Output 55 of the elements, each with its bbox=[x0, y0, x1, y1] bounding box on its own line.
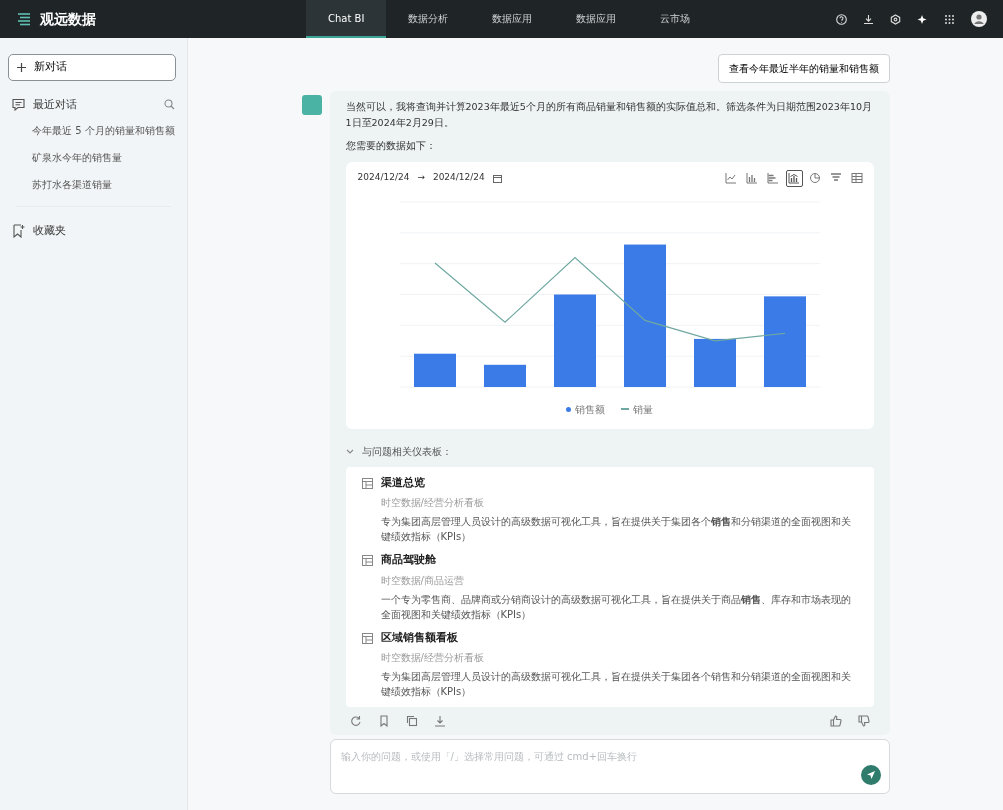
date-range-field[interactable]: 2024/12/24 → 2024/12/24 bbox=[353, 171, 506, 185]
legend-label[interactable]: 销量 bbox=[633, 401, 653, 417]
refresh-icon[interactable] bbox=[349, 715, 362, 728]
chevron-icon[interactable] bbox=[345, 448, 354, 455]
bookmark-icon[interactable] bbox=[377, 715, 390, 728]
copy-icon[interactable] bbox=[405, 715, 418, 728]
sparkle-icon[interactable] bbox=[917, 13, 928, 25]
calendar-icon bbox=[492, 173, 502, 183]
cube-icon[interactable] bbox=[890, 13, 901, 25]
dashboard-title[interactable]: 商品驾驶舱 bbox=[380, 552, 436, 569]
new-chat-button[interactable]: 新对话 bbox=[8, 54, 176, 81]
bar bbox=[413, 353, 456, 387]
section-title: 最近对话 bbox=[33, 97, 77, 112]
plus-icon bbox=[17, 63, 26, 72]
send-icon bbox=[865, 770, 876, 780]
dashboard-icon bbox=[361, 477, 373, 489]
assistant-avatar bbox=[301, 95, 322, 115]
thumbs-up-icon[interactable] bbox=[829, 715, 842, 728]
history-item[interactable]: 今年最近 5 个月的销量和销售额 bbox=[8, 116, 179, 144]
apps-icon[interactable] bbox=[944, 13, 955, 25]
thumbs-down-icon[interactable] bbox=[857, 715, 870, 728]
nav-tab[interactable]: 数据应用 bbox=[554, 0, 639, 38]
favorites-link[interactable]: 收藏夹 bbox=[33, 222, 66, 239]
help-icon[interactable] bbox=[836, 13, 847, 25]
dashboard-path: 时空数据/经营分析看板 bbox=[379, 651, 485, 666]
reply-text: 您需要的数据如下： bbox=[345, 139, 437, 154]
dashboard-icon bbox=[361, 555, 373, 567]
dashboard-title[interactable]: 区域销售额看板 bbox=[380, 629, 458, 647]
dashboard-description: 专为集团高层管理人员设计的高级数据可视化工具，旨在提供关于集团各个销售和分销渠道的全面视图和关键绩效指标（KPIs） bbox=[379, 515, 852, 545]
search-icon[interactable] bbox=[164, 99, 175, 111]
dashboard-description: 专为集团高层管理人员设计的高级数据可视化工具，旨在提供关于集团各个销售和分销渠道的全面视图和关键绩效指标（KPIs） bbox=[379, 670, 852, 700]
nav-tab[interactable]: 数据应用 bbox=[470, 0, 555, 38]
dashboard-title[interactable]: 渠道总览 bbox=[380, 474, 425, 492]
chat-icon bbox=[12, 98, 25, 112]
history-item[interactable]: 矿泉水今年的销售量 bbox=[8, 143, 179, 171]
send-button[interactable] bbox=[860, 765, 881, 785]
section-title: 与问题相关仪表板： bbox=[361, 444, 452, 459]
nav-tab[interactable]: Chat BI bbox=[306, 0, 387, 38]
bar bbox=[693, 338, 736, 387]
avatar-icon[interactable] bbox=[971, 11, 987, 27]
dashboard-path: 时空数据/经营分析看板 bbox=[379, 496, 485, 511]
dashboard-path: 时空数据/商品运营 bbox=[379, 573, 465, 588]
dashboard-description: 一个专为零售商、品牌商或分销商设计的高级数据可视化工具，旨在提供关于商品销售、库存和市场表现的全面视图和关键绩效指标（KPIs） bbox=[379, 592, 852, 622]
brand-name: 观远数据 bbox=[40, 9, 96, 29]
user-message[interactable]: 查看今年最近半年的销量和销售额 bbox=[717, 54, 890, 83]
reply-text: 当然可以，我将查询并计算2023年最近5个月的所有商品销量和销售额的实际值总和。筛选条件为日期范围2023年10月1日至2024年2月29日。 bbox=[345, 100, 873, 131]
nav-tab[interactable]: 数据分析 bbox=[386, 0, 471, 38]
bar bbox=[483, 364, 526, 387]
bookmark-icon bbox=[12, 223, 25, 238]
dashboard-icon bbox=[361, 632, 373, 644]
legend-label[interactable]: 销售额 bbox=[575, 401, 605, 417]
history-item[interactable]: 苏打水各渠道销量 bbox=[8, 170, 179, 198]
chart-type-combo-chart-icon[interactable] bbox=[785, 169, 803, 187]
logo-icon bbox=[16, 11, 32, 27]
nav-tab[interactable]: 云市场 bbox=[638, 0, 713, 38]
